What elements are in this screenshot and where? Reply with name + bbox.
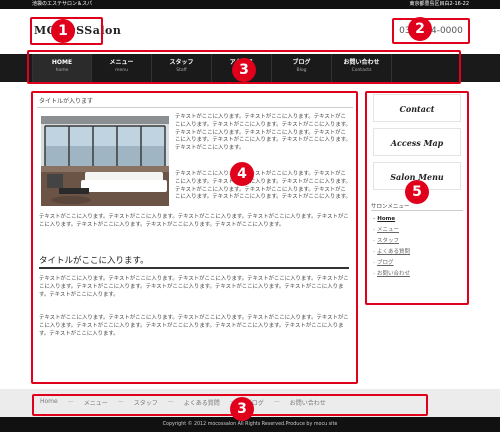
annotation-badge: 3 bbox=[232, 58, 256, 82]
annotation-badge: 3 bbox=[230, 397, 254, 421]
copyright: Copyright © 2012 mocossalon All Rights R… bbox=[0, 417, 500, 432]
annotation-box-main bbox=[31, 91, 358, 384]
tagline: 池袋のエステサロン＆スパ bbox=[32, 1, 93, 7]
annotation-badge: 1 bbox=[51, 19, 75, 43]
annotation-badge: 2 bbox=[408, 17, 432, 41]
annotation-badge: 5 bbox=[405, 180, 429, 204]
top-bar: 池袋のエステサロン＆スパ 東京都豊島区目白2-16-22 bbox=[0, 0, 500, 9]
address: 東京都豊島区目白2-16-22 bbox=[409, 1, 469, 7]
annotation-badge: 4 bbox=[230, 162, 254, 186]
